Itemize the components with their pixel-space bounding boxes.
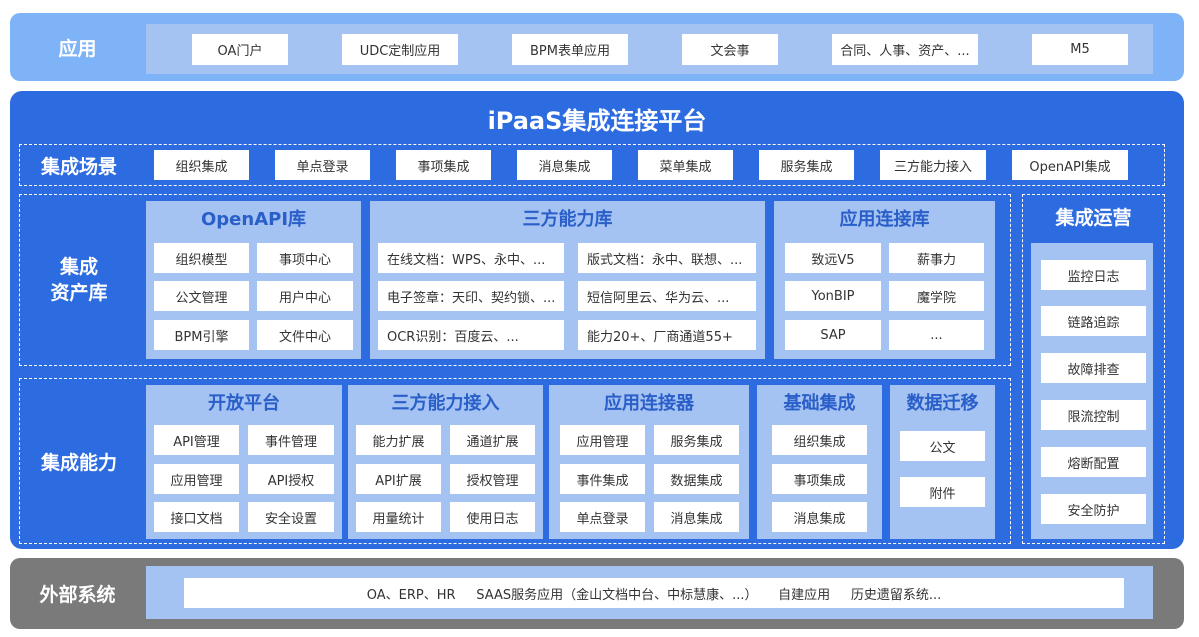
external-systems-text: OA、ERP、HR SAAS服务应用（金山文档中台、中标慧康、...） 自建应用… — [184, 578, 1124, 608]
scenario-org[interactable]: 组织集成 — [154, 150, 249, 180]
scenarios-label: 集成场景 — [40, 155, 117, 178]
operations-item[interactable]: 熔断配置 — [1041, 447, 1146, 477]
thirdparty-item[interactable]: 电子签章：天印、契约锁、... — [378, 281, 564, 311]
assets-label-line2: 资产库 — [50, 282, 108, 304]
third-access-title: 三方能力接入 — [391, 393, 500, 414]
openapi-item[interactable]: 用户中心 — [257, 281, 353, 311]
operations-item[interactable]: 监控日志 — [1041, 260, 1146, 290]
app-lib-item[interactable]: SAP — [785, 320, 881, 350]
scenario-sso[interactable]: 单点登录 — [275, 150, 370, 180]
third-access-item[interactable]: 能力扩展 — [356, 425, 441, 455]
operations-title: 集成运营 — [1055, 206, 1132, 229]
operations-item[interactable]: 安全防护 — [1041, 494, 1146, 524]
basic-item[interactable]: 组织集成 — [772, 425, 867, 455]
migration-item[interactable]: 公文 — [900, 431, 985, 461]
open-platform-item[interactable]: 接口文档 — [154, 502, 239, 532]
app-lib-item[interactable]: YonBIP — [785, 281, 881, 311]
open-platform-item[interactable]: 应用管理 — [154, 464, 239, 494]
thirdparty-item[interactable]: 能力20+、厂商通道55+ — [578, 320, 756, 350]
third-access-item[interactable]: 用量统计 — [356, 502, 441, 532]
app-item-wenhuishi[interactable]: 文会事 — [682, 34, 778, 65]
openapi-lib-title: OpenAPI库 — [200, 209, 307, 230]
open-platform-item[interactable]: 安全设置 — [248, 502, 334, 532]
platform-title: iPaaS集成连接平台 — [487, 106, 707, 135]
scenario-matter[interactable]: 事项集成 — [396, 150, 491, 180]
open-platform-item[interactable]: API管理 — [154, 425, 239, 455]
scenario-menu[interactable]: 菜单集成 — [638, 150, 733, 180]
thirdparty-item[interactable]: 版式文档：永中、联想、... — [578, 243, 756, 273]
app-connector-item[interactable]: 应用管理 — [560, 425, 645, 455]
app-connector-item[interactable]: 单点登录 — [560, 502, 645, 532]
open-platform-item[interactable]: 事件管理 — [248, 425, 334, 455]
assets-label: 集成 资产库 — [19, 194, 139, 366]
basic-title: 基础集成 — [783, 393, 856, 414]
scenario-service[interactable]: 服务集成 — [759, 150, 854, 180]
app-lib-item[interactable]: 致远V5 — [785, 243, 881, 273]
openapi-item[interactable]: BPM引擎 — [154, 320, 249, 350]
third-access-item[interactable]: API扩展 — [356, 464, 441, 494]
thirdparty-item[interactable]: 在线文档：WPS、永中、... — [378, 243, 564, 273]
operations-item[interactable]: 限流控制 — [1041, 400, 1146, 430]
operations-item[interactable]: 故障排查 — [1041, 353, 1146, 383]
app-lib-title: 应用连接库 — [839, 209, 930, 230]
thirdparty-lib-title: 三方能力库 — [522, 209, 613, 230]
app-item-contract[interactable]: 合同、人事、资产、... — [832, 34, 978, 65]
third-access-item[interactable]: 授权管理 — [450, 464, 535, 494]
openapi-item[interactable]: 公文管理 — [154, 281, 249, 311]
app-lib-item[interactable]: ... — [889, 320, 984, 350]
open-platform-title: 开放平台 — [208, 393, 280, 414]
app-item-oa-portal[interactable]: OA门户 — [192, 34, 288, 65]
capabilities-label: 集成能力 — [40, 451, 117, 474]
app-connector-item[interactable]: 数据集成 — [654, 464, 739, 494]
operations-item[interactable]: 链路追踪 — [1041, 306, 1146, 336]
openapi-item[interactable]: 事项中心 — [257, 243, 353, 273]
app-connector-item[interactable]: 消息集成 — [654, 502, 739, 532]
basic-item[interactable]: 事项集成 — [772, 464, 867, 494]
thirdparty-item[interactable]: 短信阿里云、华为云、... — [578, 281, 756, 311]
app-layer-label: 应用 — [58, 37, 97, 60]
app-connector-item[interactable]: 事件集成 — [560, 464, 645, 494]
app-connector-title: 应用连接器 — [604, 393, 694, 414]
app-item-udc[interactable]: UDC定制应用 — [342, 34, 458, 65]
openapi-item[interactable]: 文件中心 — [257, 320, 353, 350]
app-layer-panel — [146, 24, 1153, 74]
scenario-openapi[interactable]: OpenAPI集成 — [1012, 150, 1128, 180]
third-access-item[interactable]: 通道扩展 — [450, 425, 535, 455]
third-access-item[interactable]: 使用日志 — [450, 502, 535, 532]
open-platform-item[interactable]: API授权 — [248, 464, 334, 494]
thirdparty-item[interactable]: OCR识别：百度云、... — [378, 320, 564, 350]
app-lib-item[interactable]: 薪事力 — [889, 243, 984, 273]
assets-label-line1: 集成 — [59, 256, 98, 278]
migration-item[interactable]: 附件 — [900, 477, 985, 507]
migration-title: 数据迁移 — [906, 393, 979, 414]
app-item-m5[interactable]: M5 — [1032, 34, 1128, 65]
external-label: 外部系统 — [39, 584, 116, 606]
app-item-bpm[interactable]: BPM表单应用 — [512, 34, 628, 65]
basic-item[interactable]: 消息集成 — [772, 502, 867, 532]
openapi-item[interactable]: 组织模型 — [154, 243, 249, 273]
scenario-message[interactable]: 消息集成 — [517, 150, 612, 180]
app-lib-item[interactable]: 魔学院 — [889, 281, 984, 311]
app-connector-item[interactable]: 服务集成 — [654, 425, 739, 455]
scenario-third[interactable]: 三方能力接入 — [880, 150, 986, 180]
